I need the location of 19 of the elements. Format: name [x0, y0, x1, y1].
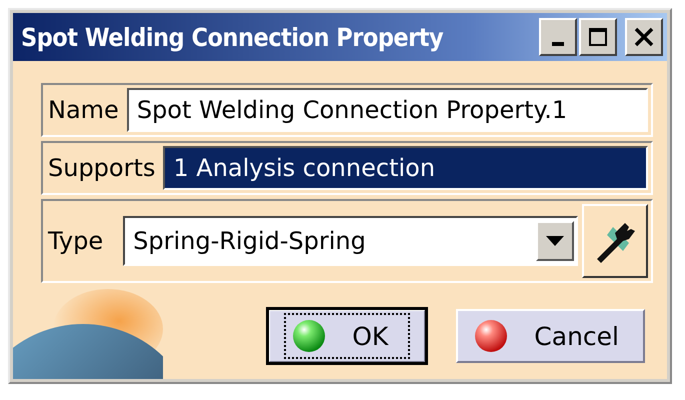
maximize-icon: [587, 26, 609, 48]
type-label: Type: [47, 227, 104, 255]
supports-list-item[interactable]: 1 Analysis connection: [165, 148, 646, 188]
type-dropdown[interactable]: Spring-Rigid-Spring: [123, 216, 578, 266]
tool-button[interactable]: [582, 204, 648, 278]
name-label: Name: [47, 96, 120, 124]
cancel-button[interactable]: Cancel: [456, 309, 645, 363]
maximize-button[interactable]: [579, 18, 617, 56]
ok-button[interactable]: OK: [268, 309, 426, 363]
ball-icon: [292, 319, 326, 353]
minimize-button[interactable]: [539, 18, 577, 56]
name-field[interactable]: Spot Welding Connection Property.1: [126, 88, 648, 132]
ball-icon: [474, 319, 508, 353]
close-icon: [633, 26, 655, 48]
window-title: Spot Welding Connection Property: [21, 22, 444, 52]
supports-label: Supports: [47, 154, 156, 182]
minimize-icon: [552, 42, 564, 46]
close-button[interactable]: [625, 18, 663, 56]
dropdown-arrow-icon: [546, 236, 564, 246]
